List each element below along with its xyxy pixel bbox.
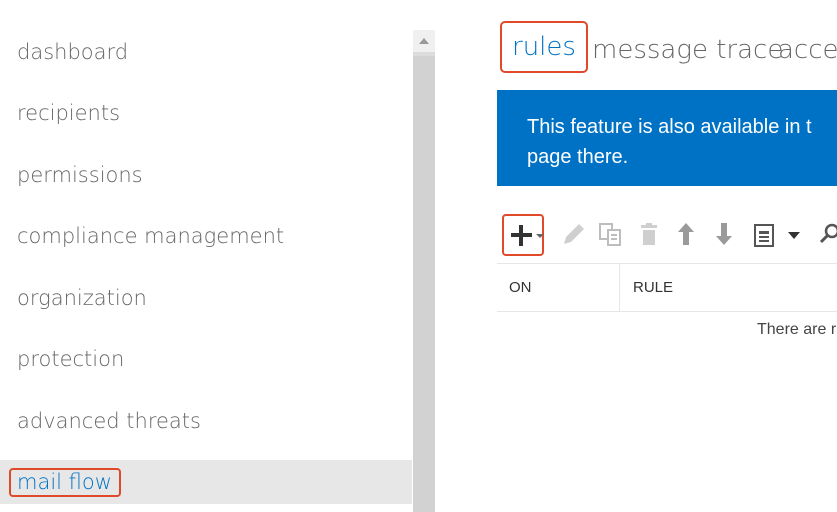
nav-label: recipients [17,101,121,125]
nav-label: permissions [17,163,143,187]
tab-accepted-domains[interactable]: accep [778,22,837,78]
copy-icon[interactable] [598,222,624,262]
nav-label: advanced threats [17,409,201,433]
nav-label: mail flow [9,468,121,497]
nav-item-organization[interactable]: organization [0,276,412,320]
edit-icon[interactable] [561,222,587,262]
info-banner: This feature is also available in t page… [497,90,837,186]
empty-table-message: There are r [757,321,837,338]
nav-label: compliance management [17,224,285,248]
banner-line-2: page there. [527,146,629,168]
scroll-thumb[interactable] [413,56,435,512]
report-icon[interactable] [753,223,777,263]
delete-icon[interactable] [637,222,663,262]
tab-rules[interactable]: rules [500,21,588,73]
rules-toolbar [497,214,837,256]
move-up-icon[interactable] [673,221,699,261]
tab-bar: rules message trace accep [497,21,837,74]
nav-item-recipients[interactable]: recipients [0,91,412,135]
move-down-icon[interactable] [711,221,737,261]
search-icon[interactable] [819,221,837,261]
nav-item-dashboard[interactable]: dashboard [0,30,412,74]
column-header-rule[interactable]: RULE [633,264,673,311]
chevron-down-icon [536,234,544,238]
left-navigation: dashboard recipients permissions complia… [0,0,412,512]
nav-item-mail-flow[interactable]: mail flow [0,460,412,504]
scroll-up-arrow-icon[interactable] [413,30,435,52]
nav-item-compliance-management[interactable]: compliance management [0,214,412,258]
nav-scrollbar[interactable] [413,30,435,512]
nav-item-advanced-threats[interactable]: advanced threats [0,399,412,443]
add-button[interactable] [502,214,544,256]
nav-label: dashboard [17,40,129,64]
column-header-on[interactable]: ON [509,264,532,311]
banner-line-1: This feature is also available in t [527,116,812,138]
tab-message-trace[interactable]: message trace [592,22,783,78]
nav-item-protection[interactable]: protection [0,337,412,381]
nav-label: organization [17,286,147,310]
column-divider [619,264,620,311]
table-header: ON RULE [497,263,837,312]
nav-item-permissions[interactable]: permissions [0,153,412,197]
nav-label: protection [17,347,125,371]
